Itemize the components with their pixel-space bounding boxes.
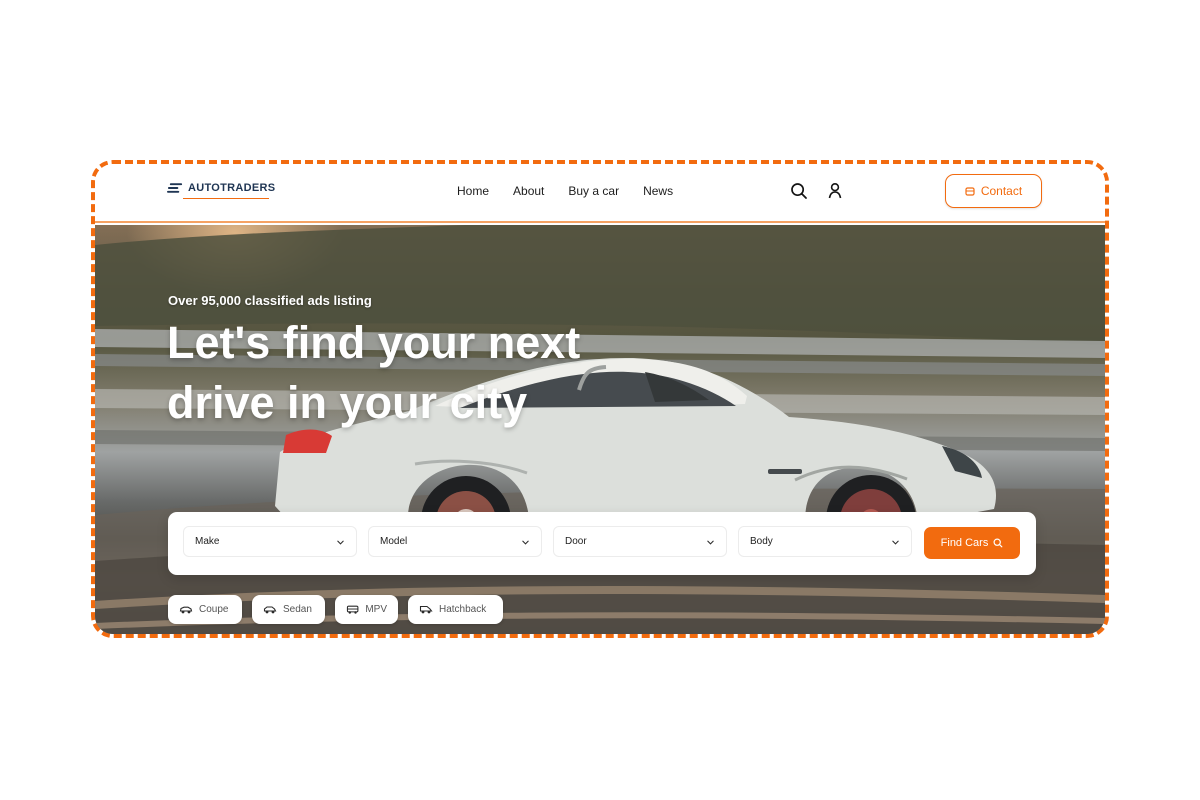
logo-mark-icon [167, 183, 183, 193]
nav-buy-a-car[interactable]: Buy a car [568, 184, 619, 198]
contact-button-label: Contact [980, 184, 1023, 198]
body-type-chip-sedan[interactable]: Sedan [252, 595, 325, 624]
chevron-down-icon [707, 540, 714, 545]
chevron-down-icon [337, 540, 344, 545]
car-search-bar: Make Model Door Body Find Cars [168, 512, 1036, 575]
nav-news[interactable]: News [643, 184, 673, 198]
chevron-down-icon [522, 540, 529, 545]
make-select-label: Make [195, 536, 220, 547]
model-select-label: Model [380, 536, 408, 547]
message-icon [965, 186, 975, 196]
body-type-chip-mpv[interactable]: MPV [335, 595, 398, 624]
body-type-chip-label: Sedan [283, 604, 312, 615]
contact-button[interactable]: Contact [945, 174, 1042, 208]
hero-headline-line-2: drive in your city [167, 377, 528, 428]
logo-underline [183, 198, 269, 199]
body-type-chip-label: Coupe [199, 604, 229, 615]
door-select[interactable]: Door [553, 526, 727, 557]
body-select[interactable]: Body [738, 526, 912, 557]
nav-home[interactable]: Home [457, 184, 489, 198]
brand-logo[interactable]: AUTOTRADERS [167, 181, 276, 199]
body-select-label: Body [750, 536, 773, 547]
site-header: AUTOTRADERS Home About Buy a car News Co… [95, 164, 1105, 223]
hero-banner: Over 95,000 classified ads listing Let's… [95, 225, 1105, 634]
model-select[interactable]: Model [368, 526, 542, 557]
hero-eyebrow-text: Over 95,000 classified ads listing [168, 293, 372, 308]
find-cars-button[interactable]: Find Cars [924, 527, 1020, 559]
chevron-down-icon [892, 540, 899, 545]
hero-headline-line-1: Let's find your next [167, 317, 581, 368]
hero-section-frame: AUTOTRADERS Home About Buy a car News Co… [91, 160, 1109, 638]
nav-about[interactable]: About [513, 184, 544, 198]
hatchback-car-icon [419, 605, 433, 614]
body-type-filter-chips: Coupe Sedan MPV Hatchback [168, 595, 503, 624]
body-type-chip-label: MPV [365, 604, 387, 615]
hero-headline: Let's find your next drive in your city [167, 313, 647, 433]
find-cars-button-label: Find Cars [940, 537, 989, 549]
sedan-car-icon [263, 606, 277, 614]
user-icon[interactable] [826, 182, 844, 200]
search-icon [993, 538, 1003, 548]
door-select-label: Door [565, 536, 587, 547]
body-type-chip-label: Hatchback [439, 604, 487, 615]
make-select[interactable]: Make [183, 526, 357, 557]
body-type-chip-coupe[interactable]: Coupe [168, 595, 242, 624]
main-navigation: Home About Buy a car News [457, 184, 673, 198]
search-icon[interactable] [790, 182, 808, 200]
brand-name: AUTOTRADERS [188, 182, 276, 194]
van-icon [346, 605, 359, 614]
body-type-chip-hatchback[interactable]: Hatchback [408, 595, 503, 624]
coupe-car-icon [179, 606, 193, 614]
